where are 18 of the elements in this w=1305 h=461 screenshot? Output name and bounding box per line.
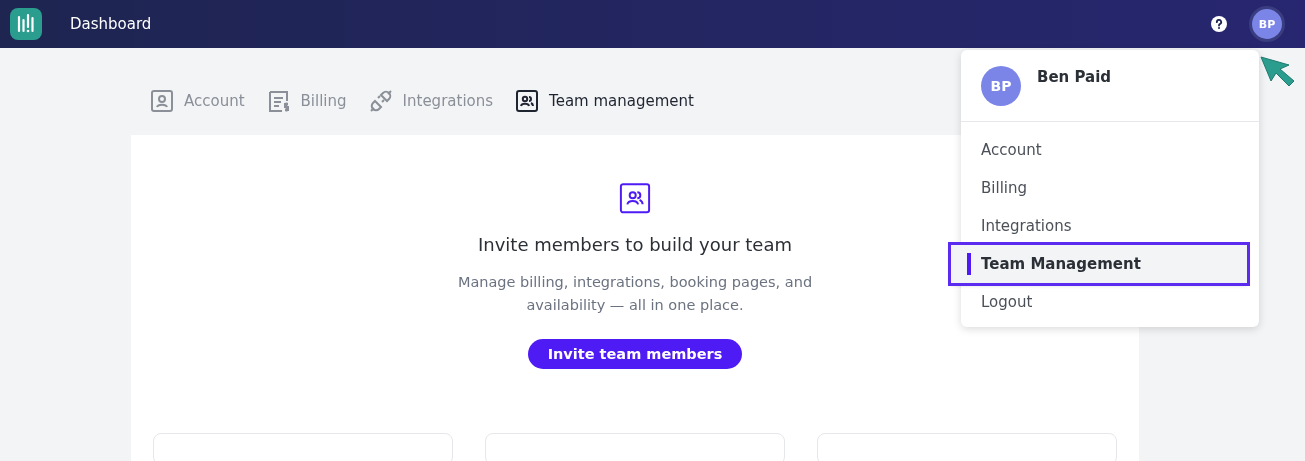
- receipt-icon: [266, 89, 291, 113]
- menu-item[interactable]: Billing: [961, 169, 1259, 207]
- empty-state-heading: Invite members to build your team: [477, 233, 792, 255]
- plug-icon: [368, 89, 393, 113]
- team-icon: [515, 89, 540, 113]
- menu-item[interactable]: Logout: [961, 283, 1259, 321]
- person-icon: [150, 89, 174, 113]
- menu-item[interactable]: Account: [961, 131, 1259, 169]
- menu-item[interactable]: Integrations: [961, 207, 1259, 245]
- menu-item[interactable]: Team Management: [951, 245, 1247, 283]
- user-avatar: BP: [981, 66, 1021, 106]
- page-title: Dashboard: [70, 15, 152, 33]
- user-name: Ben Paid: [1037, 68, 1112, 86]
- help-icon[interactable]: [1211, 16, 1227, 32]
- empty-state-description: Manage billing, integrations, booking pages, and availability — all in one place.: [456, 272, 814, 315]
- logo-icon[interactable]: [10, 8, 42, 40]
- tab[interactable]: Team management: [515, 89, 694, 113]
- invite-button[interactable]: Invite team members: [527, 338, 743, 369]
